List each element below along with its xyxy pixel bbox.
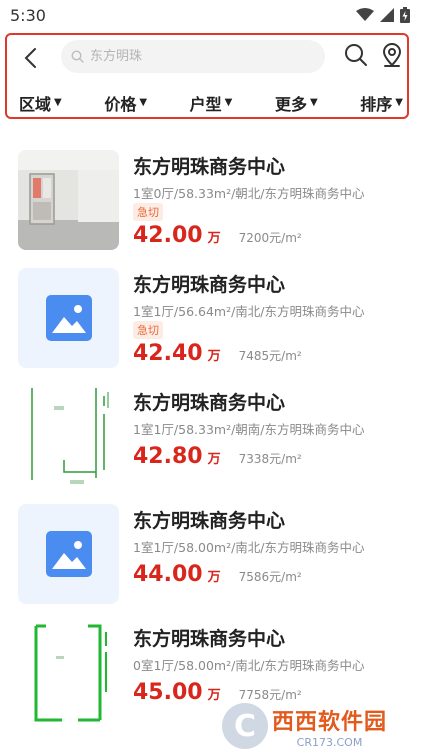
listing-photo: [18, 504, 119, 604]
listing-price: 45.00: [133, 680, 203, 705]
listing-photo: [18, 268, 119, 368]
listing-photo: [18, 150, 119, 250]
listing-desc: 1室1厅/58.00m²/南北/东方明珠商务中心: [133, 540, 365, 555]
listing-desc: 0室1厅/58.00m²/南北/东方明珠商务中心: [133, 658, 365, 673]
price-unit: 万: [207, 452, 221, 467]
listing-title: 东方明珠商务中心: [133, 628, 286, 650]
room-photo-icon: [18, 150, 119, 250]
filter-region[interactable]: 区域 ▼: [19, 91, 62, 115]
filter-more[interactable]: 更多 ▼: [275, 91, 318, 115]
signal-icon: [380, 8, 394, 22]
listing-item[interactable]: 东方明珠商务中心 1室1厅/58.00m²/南北/东方明珠商务中心 44.00 …: [0, 494, 424, 612]
floor-plan-icon: [31, 388, 109, 484]
status-bar: 5:30: [0, 0, 424, 30]
filter-layout-label: 户型: [189, 95, 222, 114]
listing-price: 42.00: [133, 223, 203, 248]
listing-item[interactable]: 东方明珠商务中心 1室1厅/58.33m²/朝南/东方明珠商务中心 42.80 …: [0, 376, 424, 494]
price-unit: 万: [207, 570, 221, 585]
listing-item[interactable]: 东方明珠商务中心 1室1厅/56.64m²/南北/东方明珠商务中心 急切 42.…: [0, 258, 424, 376]
filter-bar: 区域 ▼ 价格 ▼ 户型 ▼ 更多 ▼ 排序 ▼: [7, 91, 407, 115]
unit-price: 7485元/m²: [238, 349, 302, 363]
location-button[interactable]: [379, 42, 405, 68]
caret-down-icon: ▼: [395, 97, 403, 108]
search-input[interactable]: [90, 49, 310, 64]
status-time: 5:30: [10, 5, 46, 25]
listing-desc: 1室1厅/56.64m²/南北/东方明珠商务中心: [133, 304, 365, 319]
filter-more-label: 更多: [274, 95, 307, 114]
filter-sort-label: 排序: [360, 95, 393, 114]
watermark-text: 西西软件园 CR173.COM: [272, 704, 387, 749]
price-unit: 万: [207, 688, 221, 703]
listing-desc: 1室1厅/58.33m²/朝南/东方明珠商务中心: [133, 422, 365, 437]
filter-layout[interactable]: 户型 ▼: [190, 91, 233, 115]
search-icon: [345, 44, 367, 66]
urgent-tag: 急切: [133, 203, 163, 221]
watermark-name: 西西软件园: [272, 709, 388, 735]
battery-icon: [400, 7, 410, 23]
price-row: 42.80 万 7338元/m²: [133, 444, 302, 469]
price-row: 44.00 万 7586元/m²: [133, 562, 302, 587]
listing-price: 44.00: [133, 562, 203, 587]
watermark-logo: C: [222, 703, 268, 749]
price-row: 42.00 万 7200元/m²: [133, 223, 302, 248]
filter-price[interactable]: 价格 ▼: [104, 91, 147, 115]
caret-down-icon: ▼: [139, 97, 148, 108]
caret-down-icon: ▼: [54, 97, 62, 108]
image-placeholder-icon: [45, 295, 92, 341]
listing-title: 东方明珠商务中心: [133, 156, 286, 178]
back-arrow-icon: [24, 48, 36, 68]
image-placeholder-icon: [45, 531, 92, 577]
listing-floor-plan: [18, 386, 119, 486]
listing-item[interactable]: 东方明珠商务中心 1室0厅/58.33m²/朝北/东方明珠商务中心 急切 42.…: [0, 140, 424, 258]
search-bar[interactable]: [61, 40, 325, 73]
listing-floor-plan: [18, 622, 119, 722]
watermark: C 西西软件园 CR173.COM: [222, 700, 412, 752]
filter-price-label: 价格: [104, 95, 137, 114]
unit-price: 7200元/m²: [238, 231, 302, 245]
search-header: 区域▼ 价格▼ 户型▼ 更多▼ 排序▼: [5, 33, 409, 119]
image-placeholder: [18, 504, 119, 604]
listing-price: 42.80: [133, 444, 203, 469]
search-button[interactable]: [343, 42, 369, 68]
listing-title: 东方明珠商务中心: [133, 392, 286, 414]
caret-down-icon: ▼: [224, 97, 233, 108]
search-small-icon: [71, 50, 84, 63]
unit-price: 7586元/m²: [238, 570, 302, 584]
filter-sort[interactable]: 排序 ▼: [360, 91, 403, 115]
watermark-url: CR173.COM: [296, 735, 363, 749]
filter-region-label: 区域: [19, 95, 52, 114]
listing-desc: 1室0厅/58.33m²/朝北/东方明珠商务中心: [133, 186, 365, 201]
urgent-tag: 急切: [133, 321, 163, 339]
price-unit: 万: [207, 349, 221, 364]
price-row: 42.40 万 7485元/m²: [133, 341, 302, 366]
back-button[interactable]: [17, 45, 43, 71]
image-placeholder: [18, 268, 119, 368]
location-pin-icon: [382, 43, 402, 67]
listing-list: 东方明珠商务中心 1室0厅/58.33m²/朝北/东方明珠商务中心 急切 42.…: [0, 140, 424, 730]
wifi-icon: [356, 8, 374, 21]
status-icons: [356, 7, 410, 23]
listing-price: 42.40: [133, 341, 203, 366]
unit-price: 7338元/m²: [238, 452, 302, 466]
floor-plan-icon: [34, 624, 107, 722]
price-unit: 万: [207, 231, 221, 246]
listing-title: 东方明珠商务中心: [133, 274, 286, 296]
caret-down-icon: ▼: [309, 97, 318, 108]
listing-title: 东方明珠商务中心: [133, 510, 286, 532]
